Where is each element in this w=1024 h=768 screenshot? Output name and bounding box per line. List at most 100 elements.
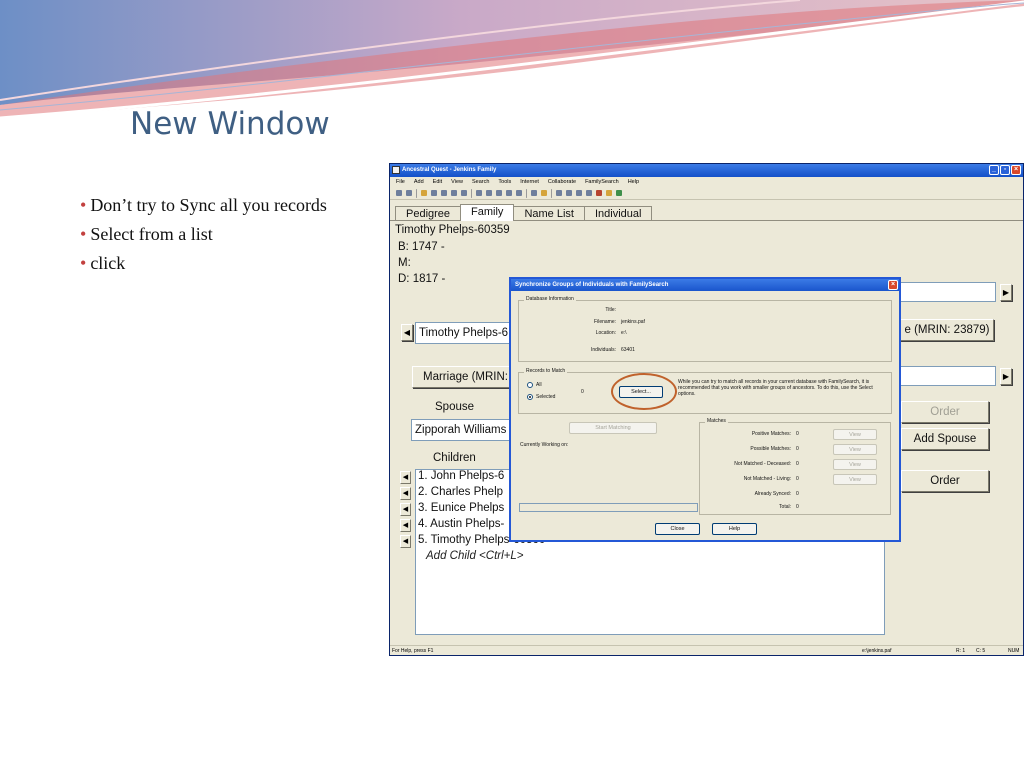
person-marriage: M: bbox=[398, 257, 411, 269]
menu-search[interactable]: Search bbox=[472, 177, 489, 187]
view-button[interactable]: View bbox=[833, 459, 877, 470]
match-value: 0 bbox=[796, 431, 799, 437]
toolbar-separator bbox=[416, 188, 417, 198]
sync-icon[interactable] bbox=[596, 190, 602, 196]
toolbar-separator bbox=[551, 188, 552, 198]
group-label: Records to Match bbox=[524, 368, 568, 374]
list-item[interactable]: 3. Eunice Phelps bbox=[418, 502, 504, 514]
minimize-icon[interactable]: _ bbox=[989, 165, 999, 175]
tab-name-list[interactable]: Name List bbox=[513, 206, 585, 221]
order-spouses-button[interactable]: Order bbox=[901, 401, 989, 423]
match-value: 0 bbox=[796, 461, 799, 467]
sync-dialog: Synchronize Groups of Individuals with F… bbox=[509, 277, 901, 542]
notes-icon[interactable] bbox=[516, 190, 522, 196]
spouse-field[interactable]: Zipporah Williams bbox=[411, 419, 511, 441]
order-children-button[interactable]: Order bbox=[901, 470, 989, 492]
add-child-link[interactable]: Add Child <Ctrl+L> bbox=[426, 550, 524, 562]
db-title-label: Title: bbox=[605, 307, 616, 313]
person-name: Timothy Phelps-60359 bbox=[395, 224, 510, 236]
book-icon[interactable] bbox=[461, 190, 467, 196]
web-icon[interactable] bbox=[566, 190, 572, 196]
marriage-button[interactable]: Marriage (MRIN: bbox=[412, 366, 512, 388]
scrapbook-icon[interactable] bbox=[541, 190, 547, 196]
print-icon[interactable] bbox=[441, 190, 447, 196]
tree-icon[interactable] bbox=[586, 190, 592, 196]
child-2-arrow[interactable]: ◀ bbox=[400, 487, 411, 500]
view-button[interactable]: View bbox=[833, 429, 877, 440]
copy-icon[interactable] bbox=[476, 190, 482, 196]
child-5-arrow[interactable]: ◀ bbox=[400, 535, 411, 548]
spouse-label: Spouse bbox=[435, 401, 475, 413]
child-4-arrow[interactable]: ◀ bbox=[400, 519, 411, 532]
father-right-arrow[interactable]: ▶ bbox=[1000, 284, 1012, 301]
tab-family[interactable]: Family bbox=[460, 204, 515, 221]
close-button[interactable]: Close bbox=[655, 523, 700, 535]
person-birth: B: 1747 - bbox=[398, 241, 445, 253]
menu-edit[interactable]: Edit bbox=[433, 177, 442, 187]
close-icon[interactable]: × bbox=[1011, 165, 1021, 175]
edit-icon[interactable] bbox=[496, 190, 502, 196]
back-icon[interactable] bbox=[396, 190, 402, 196]
synced-value: 0 bbox=[796, 491, 799, 497]
match-label: Positive Matches: bbox=[751, 431, 791, 437]
status-file: e:\jenkins.paf bbox=[862, 648, 892, 654]
match-value: 0 bbox=[796, 446, 799, 452]
menu-tools[interactable]: Tools bbox=[498, 177, 511, 187]
status-bar: For Help, press F1 e:\jenkins.paf R: 1 C… bbox=[390, 645, 1023, 655]
status-column: C: 5 bbox=[976, 648, 986, 654]
tab-pedigree[interactable]: Pedigree bbox=[395, 206, 462, 221]
husband-left-arrow[interactable]: ◀ bbox=[401, 324, 413, 341]
tools-icon[interactable] bbox=[576, 190, 582, 196]
tab-individual[interactable]: Individual bbox=[583, 206, 653, 221]
star-icon[interactable] bbox=[606, 190, 612, 196]
save-icon[interactable] bbox=[431, 190, 437, 196]
view-button[interactable]: View bbox=[833, 474, 877, 485]
mother-right-arrow[interactable]: ▶ bbox=[1000, 368, 1012, 385]
calendar-icon[interactable] bbox=[531, 190, 537, 196]
list-item[interactable]: 1. John Phelps-6 bbox=[418, 470, 504, 482]
familysearch-icon[interactable] bbox=[616, 190, 622, 196]
menu-internet[interactable]: Internet bbox=[520, 177, 539, 187]
app-title: Ancestral Quest - Jenkins Family bbox=[402, 167, 497, 173]
start-matching-button[interactable]: Start Matching bbox=[569, 422, 657, 434]
menu-file[interactable]: File bbox=[396, 177, 405, 187]
close-icon[interactable]: × bbox=[888, 280, 898, 290]
radio-selected-label: Selected bbox=[536, 394, 556, 400]
menu-view[interactable]: View bbox=[451, 177, 463, 187]
child-1-arrow[interactable]: ◀ bbox=[400, 471, 411, 484]
list-item[interactable]: 2. Charles Phelp bbox=[418, 486, 503, 498]
synced-label: Already Synced: bbox=[754, 491, 791, 497]
match-label: Not Matched - Living: bbox=[743, 476, 791, 482]
db-filename: jenkins.paf bbox=[621, 319, 645, 325]
menubar: File Add Edit View Search Tools Internet… bbox=[390, 177, 1023, 187]
status-help: For Help, press F1 bbox=[392, 648, 434, 654]
total-value: 0 bbox=[796, 504, 799, 510]
list-item[interactable]: 4. Austin Phelps- bbox=[418, 518, 504, 530]
father-field[interactable] bbox=[900, 282, 996, 302]
search-icon[interactable] bbox=[556, 190, 562, 196]
add-spouse-button[interactable]: Add Spouse bbox=[901, 428, 989, 450]
restore-icon[interactable]: ▫ bbox=[1000, 165, 1010, 175]
select-highlight-circle bbox=[611, 373, 677, 410]
selected-count: 0 bbox=[581, 389, 584, 395]
radio-selected[interactable] bbox=[527, 394, 533, 400]
help-button[interactable]: Help bbox=[712, 523, 757, 535]
preview-icon[interactable] bbox=[451, 190, 457, 196]
paste-icon[interactable] bbox=[486, 190, 492, 196]
menu-add[interactable]: Add bbox=[414, 177, 424, 187]
menu-collaborate[interactable]: Collaborate bbox=[548, 177, 576, 187]
open-icon[interactable] bbox=[421, 190, 427, 196]
view-button[interactable]: View bbox=[833, 444, 877, 455]
child-3-arrow[interactable]: ◀ bbox=[400, 503, 411, 516]
bullet-list: • Don’t try to Sync all you records • Sele… bbox=[80, 195, 327, 282]
menu-familysearch[interactable]: FamilySearch bbox=[585, 177, 619, 187]
radio-all[interactable] bbox=[527, 382, 533, 388]
match-label: Not Matched - Deceased: bbox=[734, 461, 791, 467]
menu-help[interactable]: Help bbox=[628, 177, 639, 187]
children-label: Children bbox=[433, 452, 476, 464]
mother-field[interactable] bbox=[900, 366, 996, 386]
forward-icon[interactable] bbox=[406, 190, 412, 196]
wife-mrin-button[interactable]: e (MRIN: 23879) bbox=[900, 319, 994, 341]
slide-title: New Window bbox=[130, 106, 330, 142]
delete-icon[interactable] bbox=[506, 190, 512, 196]
